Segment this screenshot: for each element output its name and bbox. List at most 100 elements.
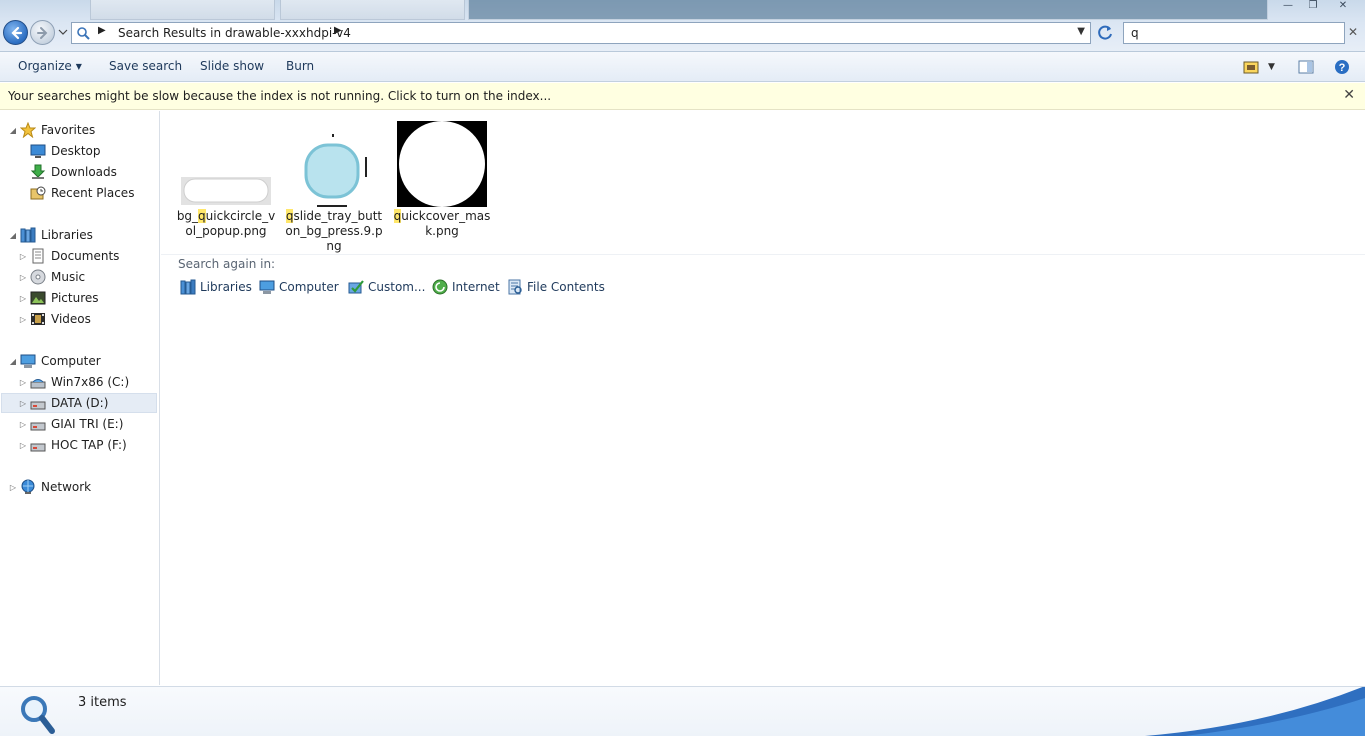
burn-button[interactable]: Burn <box>286 59 314 73</box>
internet-icon <box>432 279 448 295</box>
index-warning-message[interactable]: Your searches might be slow because the … <box>8 89 551 103</box>
desktop-icon <box>30 144 46 158</box>
clear-search-icon[interactable]: ✕ <box>1348 25 1358 39</box>
forward-button[interactable] <box>30 20 55 45</box>
search-again-internet[interactable]: Internet <box>432 279 500 295</box>
collapsed-arrow-icon[interactable]: ▷ <box>18 273 28 282</box>
command-bar: Organize ▼ Save search Slide show Burn ▼ … <box>0 52 1365 82</box>
breadcrumb[interactable]: Search Results in drawable-xxxhdpi-v4 <box>118 26 351 40</box>
slide-show-button[interactable]: Slide show <box>200 59 264 73</box>
file-item[interactable]: qslide_tray_button_bg_press.9.png <box>283 119 385 254</box>
nav-item-network[interactable]: ▷ Network <box>8 477 91 497</box>
documents-icon <box>32 248 44 264</box>
nav-label: Pictures <box>51 291 99 305</box>
back-arrow-icon <box>11 26 23 40</box>
file-item[interactable]: quickcover_mask.png <box>391 119 493 239</box>
search-again-computer[interactable]: Computer <box>259 279 339 295</box>
nav-label: DATA (D:) <box>51 396 109 410</box>
help-icon[interactable]: ? <box>1334 59 1350 75</box>
minimize-button[interactable]: — <box>1276 0 1300 14</box>
search-again-custom[interactable]: Custom... <box>348 279 425 295</box>
nav-label: Music <box>51 270 86 284</box>
forward-arrow-icon <box>37 27 48 39</box>
search-results-pane: bg_quickcircle_vol_popup.png qslide_tray… <box>161 111 1365 685</box>
nav-label: Favorites <box>41 123 96 137</box>
address-box[interactable]: ▶ Search Results in drawable-xxxhdpi-v4 … <box>71 22 1091 44</box>
nav-label: Recent Places <box>51 186 135 200</box>
search-input[interactable]: q <box>1123 22 1345 44</box>
nav-item-documents[interactable]: ▷ Documents <box>18 246 119 266</box>
expanded-arrow-icon[interactable]: ◢ <box>8 357 18 366</box>
save-search-button[interactable]: Save search <box>109 59 182 73</box>
file-contents-icon <box>508 279 522 295</box>
collapsed-arrow-icon[interactable]: ▷ <box>18 315 28 324</box>
nav-item-recent-places[interactable]: Recent Places <box>18 183 134 203</box>
breadcrumb-separator[interactable]: ▶ <box>98 25 106 36</box>
collapsed-arrow-icon[interactable]: ▷ <box>18 399 28 408</box>
nav-item-music[interactable]: ▷ Music <box>18 267 85 287</box>
close-infobar-icon[interactable]: ✕ <box>1343 87 1355 103</box>
nav-label: Downloads <box>51 165 117 179</box>
hard-drive-icon <box>30 443 46 452</box>
computer-icon <box>20 354 36 368</box>
breadcrumb-separator[interactable]: ▶ <box>334 25 342 36</box>
collapsed-arrow-icon[interactable]: ▷ <box>18 252 28 261</box>
nav-item-drive-d[interactable]: ▷ DATA (D:) <box>1 393 157 413</box>
change-view-icon[interactable] <box>1243 59 1259 75</box>
refresh-icon[interactable] <box>1095 23 1115 43</box>
background-window-strip <box>468 0 1268 20</box>
expanded-arrow-icon[interactable]: ◢ <box>8 126 18 135</box>
preview-pane-icon[interactable] <box>1298 59 1314 75</box>
collapsed-arrow-icon[interactable]: ▷ <box>8 483 18 492</box>
search-again-file-contents-label: File Contents <box>527 280 605 294</box>
file-item[interactable]: bg_quickcircle_vol_popup.png <box>175 119 277 239</box>
view-options-dropdown-icon[interactable]: ▼ <box>1268 62 1284 78</box>
search-again-internet-label: Internet <box>452 280 500 294</box>
nav-item-drive-e[interactable]: ▷ GIAI TRI (E:) <box>18 414 124 434</box>
nav-item-videos[interactable]: ▷ Videos <box>18 309 91 329</box>
index-warning-bar[interactable]: Your searches might be slow because the … <box>0 83 1365 110</box>
download-icon <box>30 164 46 179</box>
file-name-part: slide_tray_button_bg_press.9.png <box>285 209 383 253</box>
nav-label: HOC TAP (F:) <box>51 438 127 452</box>
nav-item-favorites[interactable]: ◢ Favorites <box>8 120 95 140</box>
recent-pages-dropdown-icon[interactable] <box>58 28 68 36</box>
nav-item-drive-f[interactable]: ▷ HOC TAP (F:) <box>18 435 127 455</box>
nav-item-pictures[interactable]: ▷ Pictures <box>18 288 99 308</box>
nav-label: GIAI TRI (E:) <box>51 417 124 431</box>
network-icon <box>21 479 35 494</box>
search-again-libraries[interactable]: Libraries <box>180 279 252 295</box>
nav-label: Network <box>41 480 92 494</box>
decorative-swoosh <box>1145 687 1365 736</box>
nav-item-downloads[interactable]: Downloads <box>18 162 117 182</box>
back-button[interactable] <box>3 20 28 45</box>
file-name: qslide_tray_button_bg_press.9.png <box>283 209 385 254</box>
nav-item-drive-c[interactable]: ▷ Win7x86 (C:) <box>18 372 129 392</box>
search-again-file-contents[interactable]: File Contents <box>507 279 605 295</box>
nav-item-desktop[interactable]: Desktop <box>18 141 101 161</box>
collapsed-arrow-icon[interactable]: ▷ <box>18 441 28 450</box>
search-match-highlight: q <box>198 209 206 223</box>
search-again-libraries-label: Libraries <box>200 280 252 294</box>
file-name: quickcover_mask.png <box>391 209 493 239</box>
collapsed-arrow-icon[interactable]: ▷ <box>18 420 28 429</box>
nav-label: Libraries <box>41 228 93 242</box>
collapsed-arrow-icon[interactable]: ▷ <box>18 294 28 303</box>
address-dropdown-icon[interactable]: ▼ <box>1077 26 1085 37</box>
expanded-arrow-icon[interactable]: ◢ <box>8 231 18 240</box>
magnifier-icon <box>21 696 55 734</box>
hard-drive-icon <box>30 422 46 431</box>
recent-places-icon <box>30 186 46 200</box>
star-icon <box>20 122 36 138</box>
collapsed-arrow-icon[interactable]: ▷ <box>18 378 28 387</box>
nav-item-computer[interactable]: ◢ Computer <box>8 351 101 371</box>
nav-item-libraries[interactable]: ◢ Libraries <box>8 225 93 245</box>
nav-label: Computer <box>41 354 101 368</box>
organize-menu-button[interactable]: Organize ▼ <box>18 59 82 73</box>
navigation-pane: ◢ Favorites Desktop Downloads Recent Pla… <box>0 111 160 685</box>
file-thumbnail <box>175 119 277 209</box>
maximize-button[interactable]: ❐ <box>1301 0 1325 14</box>
close-window-button[interactable]: ✕ <box>1331 0 1355 14</box>
nav-label: Documents <box>51 249 120 263</box>
item-count: 3 items <box>78 695 127 710</box>
